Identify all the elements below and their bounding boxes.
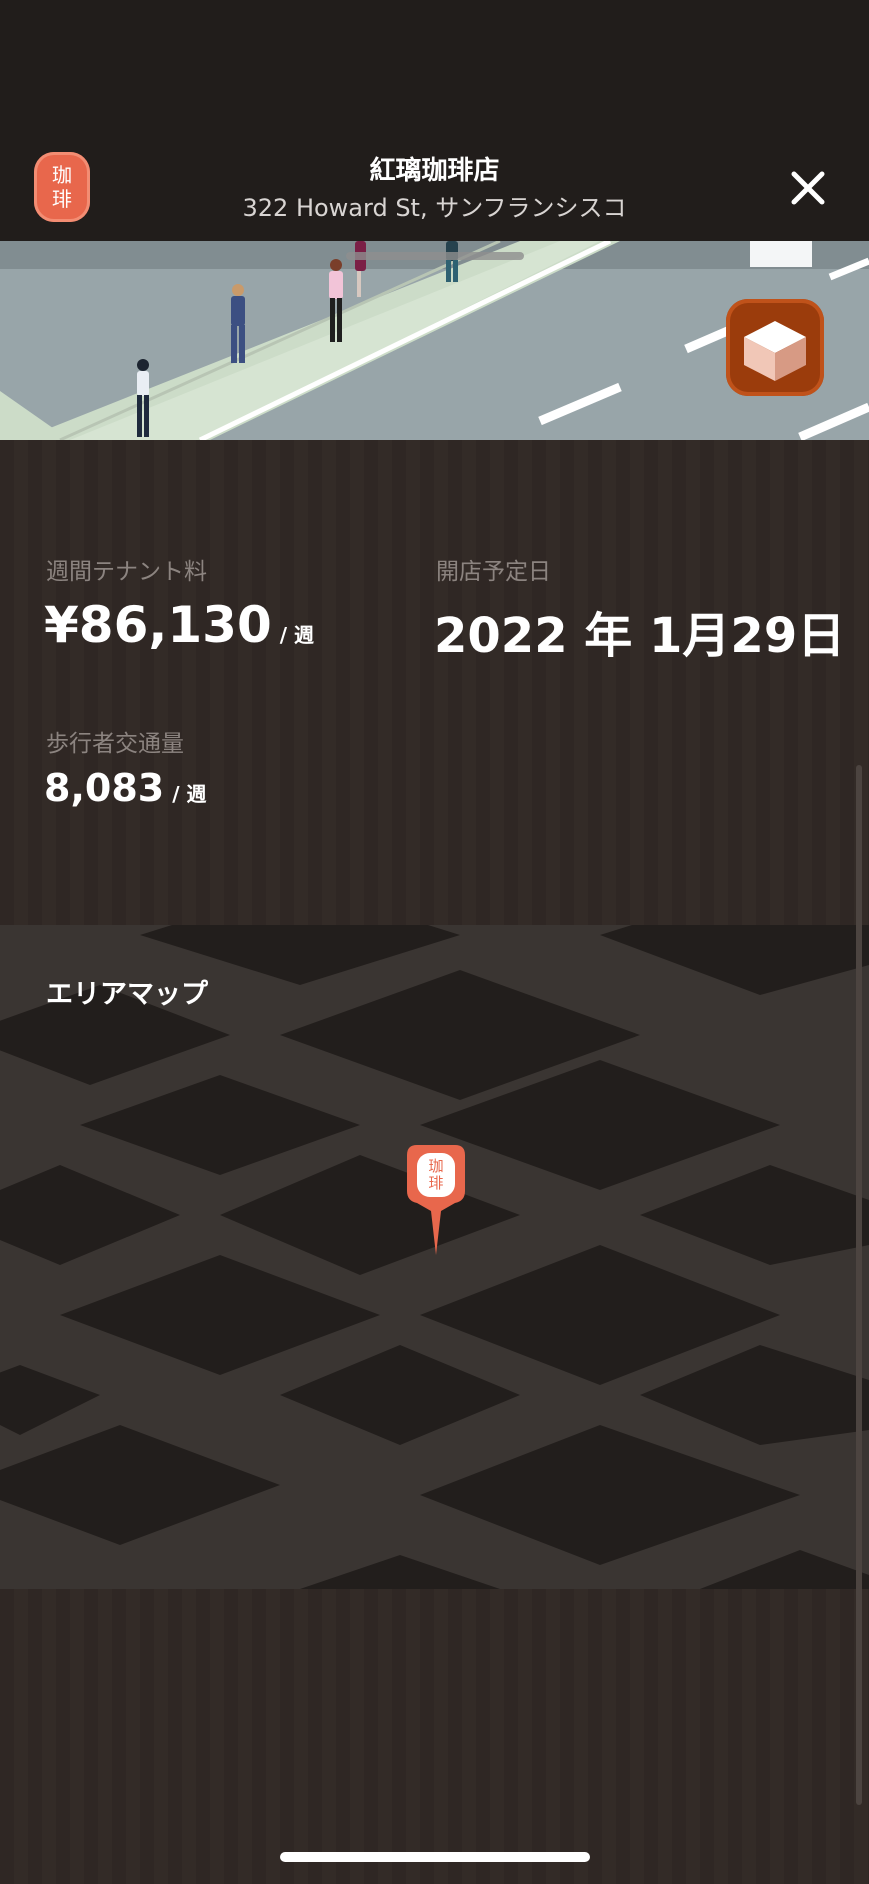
traffic-value: 8,083 <box>44 766 165 810</box>
home-indicator[interactable] <box>280 1852 590 1862</box>
store-address: 322 Howard St, サンフランシスコ <box>242 194 627 222</box>
rent-value: ¥86,130 <box>44 596 272 654</box>
cube-icon <box>744 321 806 381</box>
traffic-label: 歩行者交通量 <box>46 731 184 757</box>
opening-date-value: 2022 年 1月29日 <box>434 608 846 664</box>
store-detail-screen: 珈 琲 紅璃珈琲店 322 Howard St, サンフランシスコ 週間テナント… <box>0 0 869 1884</box>
close-button[interactable] <box>786 166 830 210</box>
store-map-pin[interactable]: 珈 琲 <box>405 1143 467 1257</box>
scrollbar[interactable] <box>856 765 862 1805</box>
opening-date-label: 開店予定日 <box>436 559 551 585</box>
rent-value-row: ¥86,130 / 週 <box>44 596 314 654</box>
traffic-value-row: 8,083 / 週 <box>44 766 206 810</box>
pin-label: 珈 琲 <box>417 1155 455 1195</box>
pin-char-2: 琲 <box>428 1174 444 1192</box>
map-title: エリアマップ <box>46 979 208 1010</box>
header: 珈 琲 紅璃珈琲店 322 Howard St, サンフランシスコ <box>0 0 869 241</box>
rent-unit: / 週 <box>279 623 315 647</box>
traffic-unit: / 週 <box>172 782 207 806</box>
pin-char-1: 珈 <box>428 1157 444 1175</box>
view-3d-button[interactable] <box>726 299 824 396</box>
rent-label: 週間テナント料 <box>46 559 207 585</box>
store-name: 紅璃珈琲店 <box>369 156 500 186</box>
drag-handle[interactable] <box>346 252 524 260</box>
close-icon <box>791 171 825 205</box>
